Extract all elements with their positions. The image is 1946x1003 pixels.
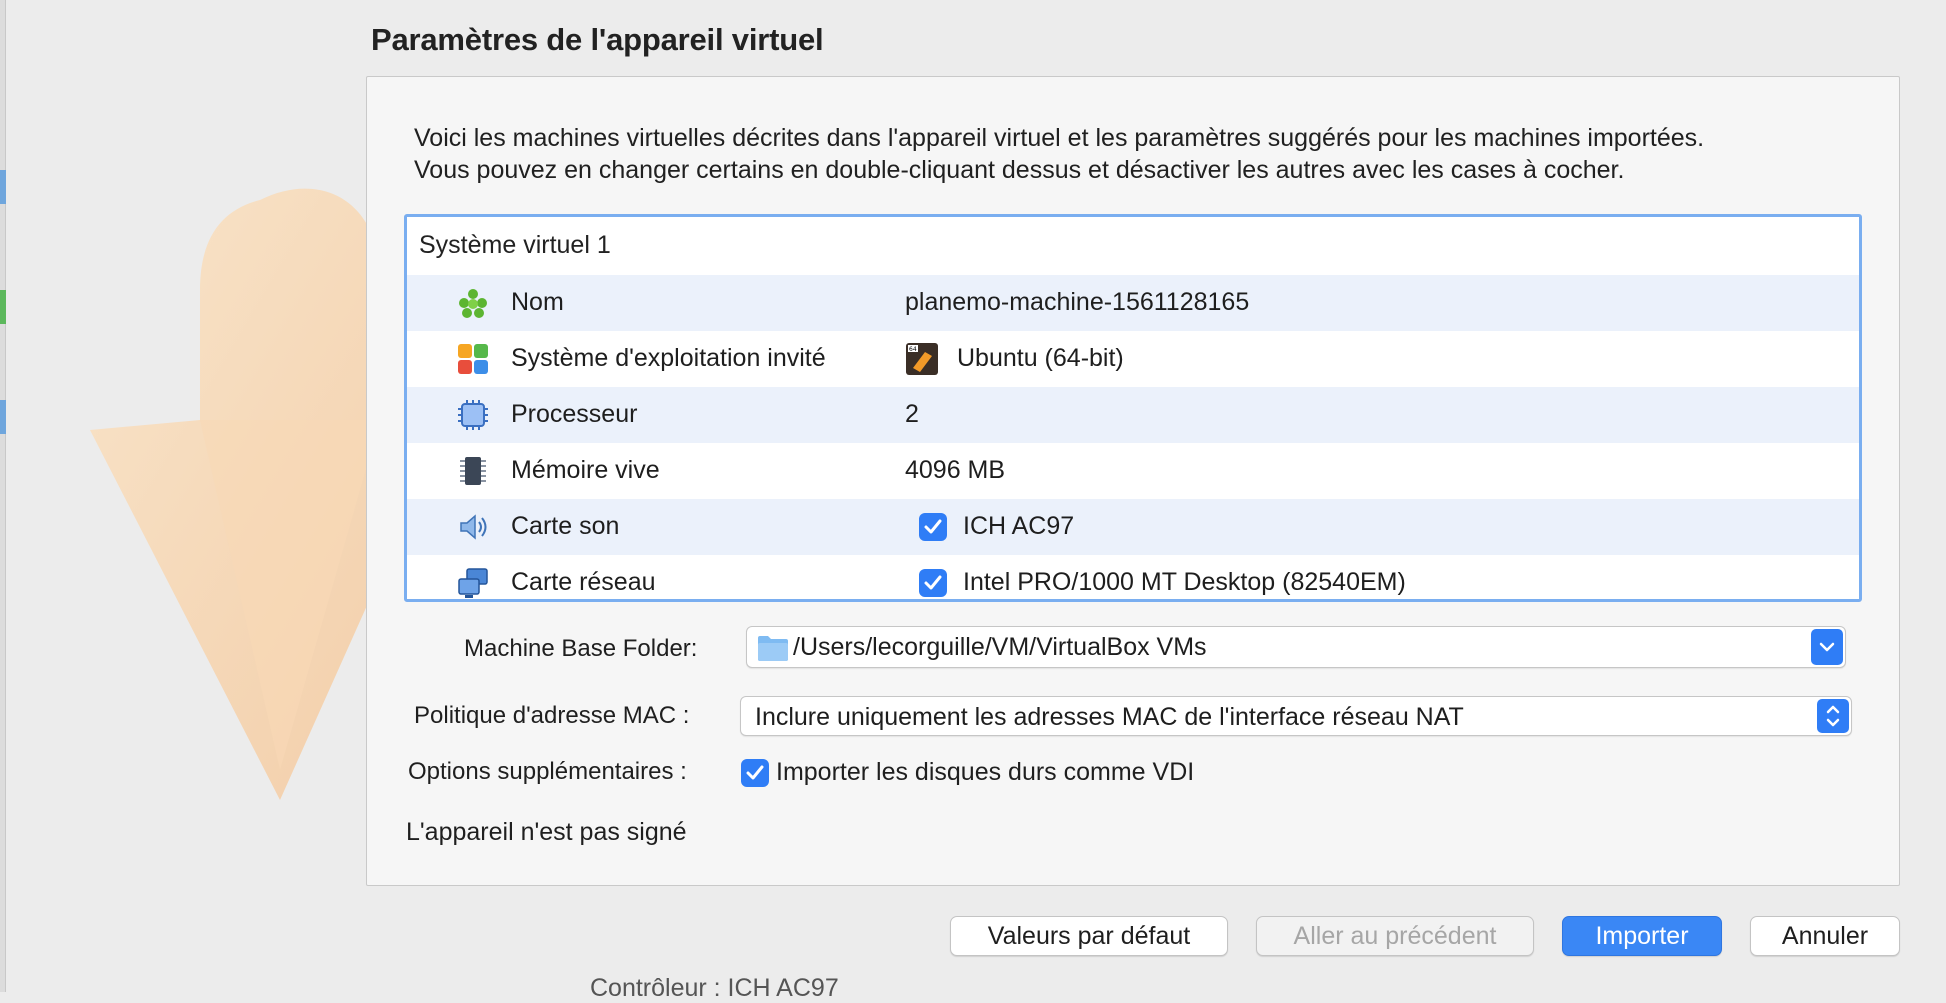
os-icon xyxy=(458,344,488,374)
extra-options-label: Options supplémentaires : xyxy=(408,758,687,785)
folder-icon xyxy=(758,636,788,661)
tree-row-label: Mémoire vive xyxy=(511,456,660,484)
tree-row-value[interactable]: 2 xyxy=(905,400,919,429)
background-window-icon xyxy=(0,290,6,324)
tree-row-label: Nom xyxy=(511,288,564,316)
restore-defaults-button[interactable]: Valeurs par défaut xyxy=(950,916,1228,956)
import-vdi-checkbox[interactable] xyxy=(741,759,769,787)
svg-text:64: 64 xyxy=(909,346,917,353)
intro-line-1: Voici les machines virtuelles décrites d… xyxy=(414,124,1705,152)
mac-policy-value: Inclure uniquement les adresses MAC de l… xyxy=(755,703,1464,731)
tree-row-network-card[interactable]: Carte réseau Intel PRO/1000 MT Desktop (… xyxy=(407,555,1859,599)
ubuntu-64-icon: 64 xyxy=(906,343,938,375)
cancel-button[interactable]: Annuler xyxy=(1750,916,1900,956)
network-card-checkbox[interactable] xyxy=(919,569,947,597)
background-window-edge xyxy=(0,0,6,992)
sound-icon xyxy=(460,514,487,540)
background-window-icon xyxy=(0,400,6,434)
tree-row-label: Processeur xyxy=(511,400,638,428)
virtual-system-tree[interactable]: Système virtuel 1 Nom planemo-machine-15… xyxy=(404,214,1862,602)
up-down-chevron-icon[interactable] xyxy=(1817,699,1849,733)
mac-policy-label: Politique d'adresse MAC : xyxy=(414,702,690,729)
tree-row-value[interactable]: Ubuntu (64-bit) xyxy=(957,344,1124,373)
tree-row-value[interactable]: ICH AC97 xyxy=(963,512,1074,541)
tree-row-label: Carte réseau xyxy=(511,568,656,596)
go-back-button[interactable]: Aller au précédent xyxy=(1256,916,1534,956)
base-folder-select[interactable]: /Users/lecorguille/VM/VirtualBox VMs xyxy=(746,626,1846,668)
tree-row-label: Carte son xyxy=(511,512,620,540)
tree-row-processor[interactable]: Processeur 2 xyxy=(407,387,1859,443)
base-folder-value: /Users/lecorguille/VM/VirtualBox VMs xyxy=(793,633,1207,661)
dialog-title: Paramètres de l'appareil virtuel xyxy=(371,22,824,57)
tree-row-label: Système d'exploitation invité xyxy=(511,344,826,372)
tree-row-sound-card[interactable]: Carte son ICH AC97 xyxy=(407,499,1859,555)
network-icon xyxy=(458,568,488,598)
chevron-down-icon[interactable] xyxy=(1811,629,1843,665)
tree-row-value[interactable]: 4096 MB xyxy=(905,456,1005,485)
name-icon xyxy=(459,289,487,318)
tree-row-name[interactable]: Nom planemo-machine-1561128165 xyxy=(407,275,1859,331)
tree-row-value[interactable]: planemo-machine-1561128165 xyxy=(905,288,1249,317)
signature-status: L'appareil n'est pas signé xyxy=(406,818,687,846)
background-window-icon xyxy=(0,170,6,204)
import-button[interactable]: Importer xyxy=(1562,916,1722,956)
import-vdi-label[interactable]: Importer les disques durs comme VDI xyxy=(776,758,1194,787)
tree-row-guest-os[interactable]: Système d'exploitation invité 64 Ubuntu … xyxy=(407,331,1859,387)
mac-policy-select[interactable]: Inclure uniquement les adresses MAC de l… xyxy=(740,696,1852,736)
intro-line-2: Vous pouvez en changer certains en doubl… xyxy=(414,156,1625,184)
intro-text: Voici les machines virtuelles décrites d… xyxy=(414,122,1704,186)
tree-row-memory[interactable]: Mémoire vive 4096 MB xyxy=(407,443,1859,499)
tree-row-value[interactable]: Intel PRO/1000 MT Desktop (82540EM) xyxy=(963,568,1406,597)
tree-header-virtual-system[interactable]: Système virtuel 1 xyxy=(419,231,611,260)
ram-icon xyxy=(460,457,486,485)
sound-card-checkbox[interactable] xyxy=(919,513,947,541)
cpu-icon xyxy=(458,400,488,430)
background-window-text: Contrôleur : ICH AC97 xyxy=(590,974,839,1002)
base-folder-label: Machine Base Folder: xyxy=(464,635,698,662)
